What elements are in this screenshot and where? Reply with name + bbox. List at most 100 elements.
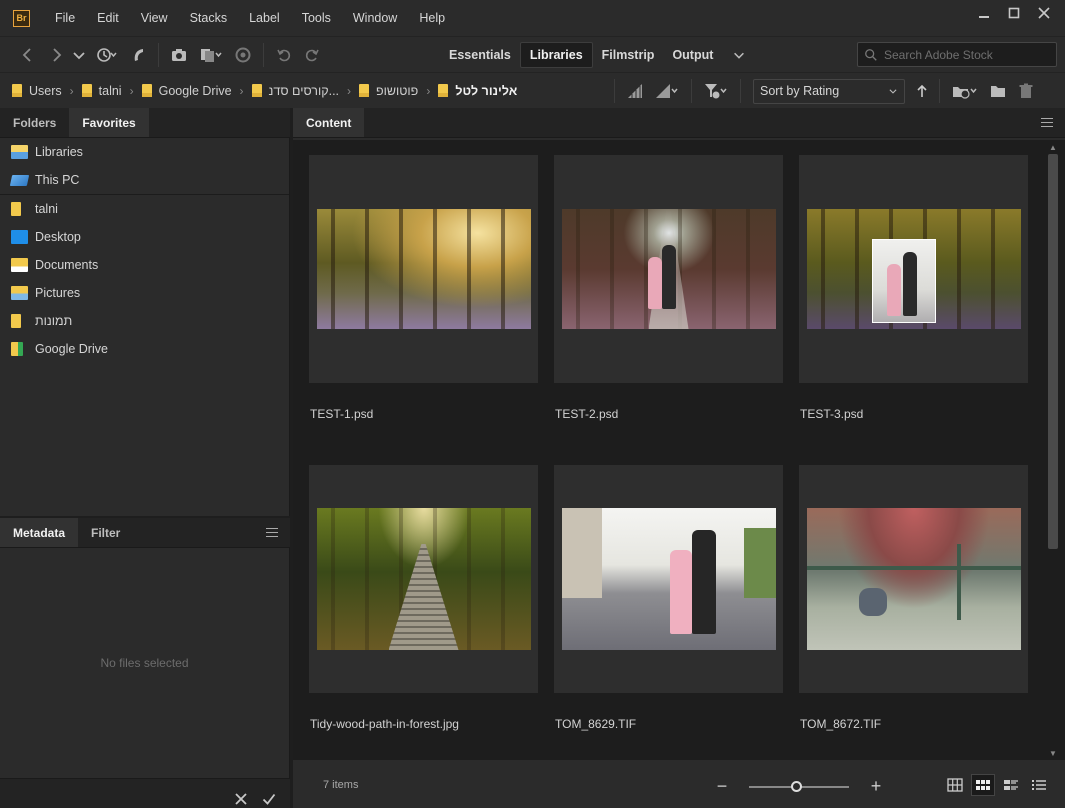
breadcrumb-separator[interactable]: › [240,84,244,98]
delete-button[interactable] [1012,79,1040,103]
scroll-thumb[interactable] [1048,154,1058,549]
new-folder-button[interactable] [984,79,1012,103]
workspace-essentials[interactable]: Essentials [440,42,520,68]
favorite-talni[interactable]: talni [0,195,289,223]
metadata-panel-tabs: Metadata Filter [0,518,290,548]
preview-quality-dropdown[interactable] [649,79,685,103]
back-button[interactable] [14,43,42,67]
favorite-this-pc[interactable]: This PC [0,166,289,194]
favorite-pictures[interactable]: Pictures [0,279,289,307]
toolbar-divider [691,79,692,103]
menu-window[interactable]: Window [342,11,408,25]
lock-grid-button[interactable] [943,774,967,796]
menu-file[interactable]: File [44,11,86,25]
tab-favorites[interactable]: Favorites [69,108,149,137]
quality-checker-icon [628,84,642,98]
path-tools: Sort by Rating [608,77,1040,105]
rotate-left-button[interactable] [270,43,298,67]
thumbnail-filename: TEST-2.psd [555,407,619,421]
zoom-slider-handle[interactable] [791,780,802,792]
favorite-desktop[interactable]: Desktop [0,223,289,251]
breadcrumb-label: קורסים סדנ... [268,83,340,98]
thumbnail-card[interactable] [554,155,783,383]
scroll-up-icon[interactable]: ▲ [1048,142,1058,152]
sort-direction-button[interactable] [911,79,933,103]
breadcrumb-item-current[interactable]: אלינור לטל [438,84,517,98]
breadcrumb-item[interactable]: Users [12,84,62,98]
return-to-photoshop-button[interactable] [124,43,152,67]
path-bar: Users › talni › Google Drive › קורסים סד… [0,72,1065,108]
folder-icon [251,84,262,97]
thumbnail-card[interactable] [799,465,1028,693]
favorite-hebrew-folder[interactable]: תמונות [0,307,289,335]
workspace-output[interactable]: Output [663,42,722,68]
close-window-button[interactable] [1029,2,1059,24]
scroll-down-icon[interactable]: ▼ [1048,748,1058,758]
zoom-in-button[interactable]: + [867,776,885,797]
thumbnail-card[interactable] [554,465,783,693]
breadcrumb-separator[interactable]: › [70,84,74,98]
menu-edit[interactable]: Edit [86,11,130,25]
view-thumbnails-button[interactable] [971,774,995,796]
tab-filter[interactable]: Filter [78,518,133,547]
breadcrumb-item[interactable]: קורסים סדנ... [251,83,340,98]
maximize-icon [1008,7,1020,19]
thumbnail-card[interactable] [309,465,538,693]
menu-label[interactable]: Label [238,11,291,25]
sort-dropdown[interactable]: Sort by Rating [753,78,905,104]
menu-stacks[interactable]: Stacks [179,11,239,25]
filter-by-rating-button[interactable] [698,79,734,103]
favorite-libraries[interactable]: Libraries [0,138,289,166]
menu-help[interactable]: Help [408,11,456,25]
menu-tools[interactable]: Tools [291,11,342,25]
quality-button[interactable] [621,79,649,103]
view-details-button[interactable] [999,774,1023,796]
workspace-filmstrip[interactable]: Filmstrip [593,42,664,68]
view-mode-buttons [943,774,1051,796]
breadcrumb-item[interactable]: פוטושופ [359,84,418,98]
close-icon [1038,7,1050,19]
search-input[interactable] [884,47,1054,62]
refine-button[interactable] [193,43,229,67]
refine-icon [201,48,222,62]
forward-button[interactable] [42,43,70,67]
tab-folders[interactable]: Folders [0,108,69,137]
clock-icon [97,47,117,62]
breadcrumb-item[interactable]: talni [81,84,122,98]
open-recent-folder-button[interactable] [946,79,984,103]
thumbnail-card[interactable] [799,155,1028,383]
cancel-icon[interactable] [234,792,248,806]
menu-view[interactable]: View [130,11,179,25]
photo-downloader-button[interactable] [229,43,257,67]
breadcrumb-item[interactable]: Google Drive [141,84,232,98]
maximize-button[interactable] [999,2,1029,24]
minimize-button[interactable] [969,2,999,24]
workspace-libraries[interactable]: Libraries [519,42,593,68]
zoom-out-button[interactable]: − [713,776,731,797]
filter-star-icon [705,84,727,99]
thumbnail-filename: TEST-1.psd [310,407,374,421]
more-workspaces-button[interactable] [726,42,752,68]
get-photos-from-camera-button[interactable] [165,43,193,67]
panel-menu-icon[interactable] [266,528,278,537]
rotate-right-button[interactable] [298,43,326,67]
thumbnail-card[interactable] [309,155,538,383]
grid-lock-icon [947,778,963,792]
apply-check-icon[interactable] [262,792,276,806]
breadcrumb-separator[interactable]: › [347,84,351,98]
history-dropdown-button[interactable] [70,43,88,67]
tab-content[interactable]: Content [293,108,365,137]
tab-metadata[interactable]: Metadata [0,518,79,547]
recent-files-button[interactable] [88,43,124,67]
content-scrollbar[interactable]: ▲ ▼ [1041,140,1065,760]
view-list-button[interactable] [1027,774,1051,796]
breadcrumb-label: אלינור לטל [455,83,518,98]
panel-menu-icon[interactable] [1041,118,1053,127]
favorite-label: This PC [35,173,80,187]
zoom-slider-track[interactable] [749,780,849,794]
breadcrumb-separator[interactable]: › [426,84,430,98]
favorite-documents[interactable]: Documents [0,251,289,279]
favorite-google-drive[interactable]: Google Drive [0,335,289,363]
metadata-panel: Metadata Filter No files selected [0,518,290,808]
breadcrumb-separator[interactable]: › [130,84,134,98]
